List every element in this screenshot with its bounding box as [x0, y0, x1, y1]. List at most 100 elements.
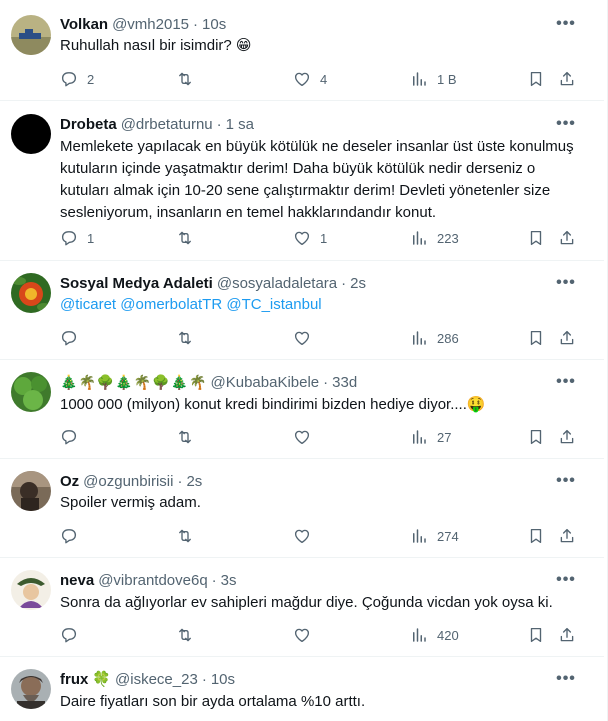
views-button[interactable]: 223 [410, 228, 459, 248]
action-bar: 27 [60, 427, 580, 447]
reply-button[interactable] [60, 625, 78, 645]
bookmark-button[interactable] [527, 328, 545, 348]
like-button[interactable]: 1 [293, 228, 327, 248]
bookmark-button[interactable] [527, 526, 545, 546]
timestamp[interactable]: 2s [186, 473, 202, 490]
tweet-text: Sonra da ağlıyorlar ev sahipleri mağdur … [60, 594, 553, 611]
share-button[interactable] [558, 427, 576, 447]
tweet-header: Sosyal Medya Adaleti @sosyaladaletara · … [60, 273, 366, 293]
mention-link[interactable]: @TC_istanbul [226, 296, 321, 313]
bookmark-button[interactable] [527, 228, 545, 248]
author-name[interactable]: Volkan [60, 16, 108, 33]
separator-dot: · [341, 274, 347, 292]
more-options-icon[interactable]: ••• [556, 273, 576, 293]
like-button[interactable]: 4 [293, 69, 327, 89]
action-bar: 420 [60, 625, 580, 645]
tweet-item[interactable]: frux 🍀 @iskece_23 · 10s ••• Daire fiyatl… [0, 657, 604, 721]
tweet-item[interactable]: 🎄 🌴 🌳 🎄 🌴 🌳 🎄 🌴 @KubabaKibele · 33d ••• … [0, 360, 604, 459]
timestamp[interactable]: 10s [211, 671, 235, 688]
bookmark-button[interactable] [527, 625, 545, 645]
views-button[interactable]: 27 [410, 427, 451, 447]
retweet-button[interactable] [176, 69, 194, 89]
separator-dot: · [177, 472, 183, 490]
action-bar: 274 [60, 526, 580, 546]
timestamp[interactable]: 1 sa [226, 116, 254, 133]
share-button[interactable] [558, 69, 576, 89]
retweet-button[interactable] [176, 228, 194, 248]
author-name[interactable]: Drobeta [60, 116, 117, 133]
views-button[interactable]: 274 [410, 526, 459, 546]
avatar[interactable] [11, 669, 51, 709]
author-handle[interactable]: @ozgunbirisii [83, 473, 173, 490]
separator-dot: · [201, 670, 207, 688]
reply-icon [60, 229, 78, 247]
separator-dot: · [216, 115, 222, 133]
author-handle[interactable]: @drbetaturnu [121, 116, 213, 133]
retweet-icon [176, 229, 194, 247]
reply-button[interactable] [60, 427, 78, 447]
tweet-item[interactable]: Drobeta @drbetaturnu · 1 sa ••• Memleket… [0, 101, 604, 261]
more-options-icon[interactable]: ••• [556, 114, 576, 134]
retweet-button[interactable] [176, 625, 194, 645]
more-options-icon[interactable]: ••• [556, 372, 576, 392]
views-button[interactable]: 420 [410, 625, 459, 645]
timestamp[interactable]: 3s [221, 572, 237, 589]
avatar[interactable] [11, 273, 51, 313]
like-button[interactable] [293, 625, 311, 645]
timestamp[interactable]: 10s [202, 16, 226, 33]
like-button[interactable] [293, 427, 311, 447]
views-button[interactable]: 1 B [410, 69, 457, 89]
like-button[interactable] [293, 526, 311, 546]
author-handle[interactable]: @vmh2015 [112, 16, 189, 33]
mention-link[interactable]: @omerbolatTR [120, 296, 222, 313]
timestamp[interactable]: 33d [332, 374, 357, 391]
tweet-header: Drobeta @drbetaturnu · 1 sa [60, 114, 254, 134]
share-button[interactable] [558, 228, 576, 248]
more-options-icon[interactable]: ••• [556, 669, 576, 689]
share-button[interactable] [558, 526, 576, 546]
avatar[interactable] [11, 570, 51, 610]
author-handle[interactable]: @sosyaladaletara [217, 275, 337, 292]
author-name[interactable]: Sosyal Medya Adaleti [60, 275, 213, 292]
reply-button[interactable] [60, 328, 78, 348]
reply-button[interactable] [60, 526, 78, 546]
tweet-item[interactable]: Oz @ozgunbirisii · 2s ••• Spoiler vermiş… [0, 459, 604, 558]
like-count: 4 [320, 71, 328, 87]
avatar-image [11, 471, 51, 511]
retweet-button[interactable] [176, 328, 194, 348]
reply-button[interactable]: 1 [60, 228, 94, 248]
more-options-icon[interactable]: ••• [556, 570, 576, 590]
author-name[interactable]: neva [60, 572, 94, 589]
author-name[interactable]: Oz [60, 473, 79, 490]
bookmark-button[interactable] [527, 69, 545, 89]
avatar[interactable] [11, 471, 51, 511]
more-options-icon[interactable]: ••• [556, 471, 576, 491]
mention-link[interactable]: @ticaret [60, 296, 116, 313]
avatar[interactable] [11, 15, 51, 55]
avatar[interactable] [11, 372, 51, 412]
author-handle[interactable]: @vibrantdove6q [98, 572, 207, 589]
author-name[interactable]: frux [60, 671, 88, 688]
christmas-tree-emoji: 🎄 [60, 373, 78, 390]
heart-icon [293, 329, 311, 347]
views-button[interactable]: 286 [410, 328, 459, 348]
author-handle[interactable]: @iskece_23 [115, 671, 198, 688]
display-name-emojis[interactable]: 🎄 🌴 🌳 🎄 🌴 🌳 🎄 🌴 [60, 374, 207, 391]
bookmark-icon [527, 428, 545, 446]
tweet-item[interactable]: Volkan @vmh2015 · 10s ••• Ruhullah nasıl… [0, 0, 604, 101]
more-options-icon[interactable]: ••• [556, 14, 576, 34]
avatar[interactable] [11, 114, 51, 154]
author-handle[interactable]: @KubabaKibele [211, 374, 320, 391]
share-button[interactable] [558, 328, 576, 348]
like-button[interactable] [293, 328, 311, 348]
reply-count: 2 [87, 71, 95, 87]
timestamp[interactable]: 2s [350, 275, 366, 292]
tweet-item[interactable]: neva @vibrantdove6q · 3s ••• Sonra da ağ… [0, 558, 604, 657]
share-button[interactable] [558, 625, 576, 645]
retweet-button[interactable] [176, 427, 194, 447]
reply-button[interactable]: 2 [60, 69, 94, 89]
tweet-text: @ticaret @omerbolatTR @TC_istanbul [60, 294, 580, 316]
retweet-button[interactable] [176, 526, 194, 546]
bookmark-button[interactable] [527, 427, 545, 447]
tweet-item[interactable]: Sosyal Medya Adaleti @sosyaladaletara · … [0, 261, 604, 360]
